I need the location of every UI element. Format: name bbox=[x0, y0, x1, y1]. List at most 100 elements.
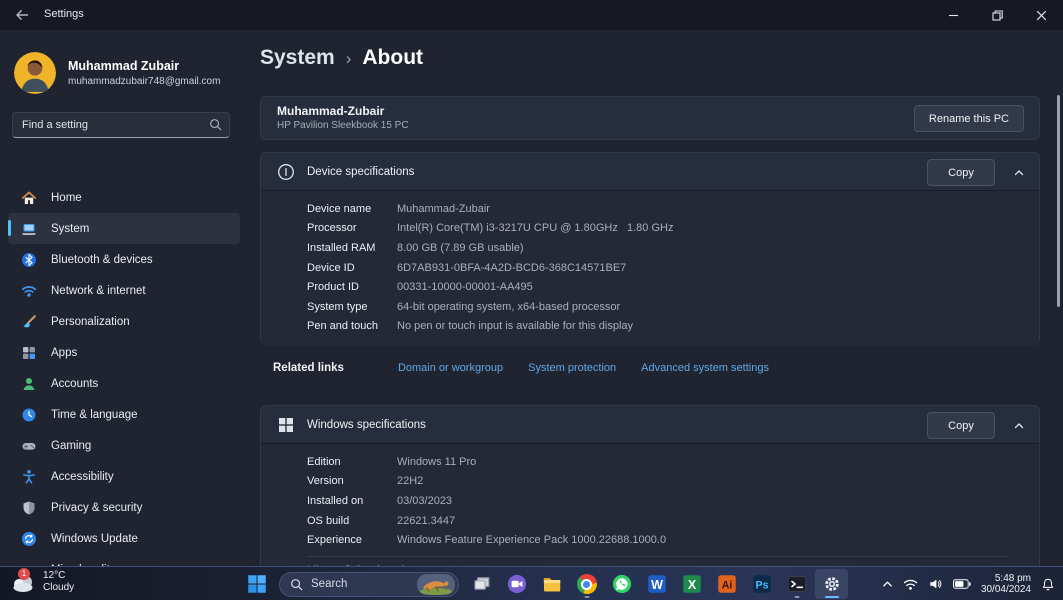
spec-row: Product ID00331-10000-00001-AA495 bbox=[307, 277, 1039, 297]
sidebar-item-personalization[interactable]: Personalization bbox=[8, 306, 240, 337]
taskbar-app-whatsapp[interactable] bbox=[605, 569, 638, 599]
gaming-icon bbox=[20, 437, 37, 454]
spec-label: Device ID bbox=[307, 262, 397, 274]
sidebar-item-network-internet[interactable]: Network & internet bbox=[8, 275, 240, 306]
window-controls bbox=[931, 0, 1063, 30]
sidebar-item-accessibility[interactable]: Accessibility bbox=[8, 461, 240, 492]
minimize-icon[interactable] bbox=[931, 0, 975, 30]
rename-pc-button[interactable]: Rename this PC bbox=[914, 105, 1024, 132]
breadcrumb-system[interactable]: System bbox=[260, 46, 335, 70]
word-icon: W bbox=[646, 574, 667, 595]
home-icon bbox=[20, 189, 37, 206]
windows-specifications-header[interactable]: Windows specifications Copy bbox=[261, 406, 1039, 444]
search-input[interactable] bbox=[12, 112, 230, 138]
spec-label: OS build bbox=[307, 515, 397, 527]
spec-row: Installed on03/03/2023 bbox=[307, 491, 1039, 511]
clock[interactable]: 5:48 pm 30/04/2024 bbox=[981, 573, 1031, 596]
svg-text:Ps: Ps bbox=[755, 579, 768, 591]
spec-value: 8.00 GB (7.89 GB usable) bbox=[397, 242, 524, 254]
sidebar-item-accounts[interactable]: Accounts bbox=[8, 368, 240, 399]
chevron-up-icon[interactable] bbox=[882, 579, 893, 590]
sidebar-item-home[interactable]: Home bbox=[8, 182, 240, 213]
taskbar-app-photoshop[interactable]: Ps bbox=[745, 569, 778, 599]
taskbar-app-desktop-app[interactable] bbox=[465, 569, 498, 599]
sidebar-item-gaming[interactable]: Gaming bbox=[8, 430, 240, 461]
file-explorer-icon bbox=[541, 574, 562, 595]
title-bar: Settings bbox=[0, 0, 1063, 30]
pinned-apps: WXAi Ps bbox=[465, 569, 848, 599]
taskbar-app-chrome[interactable] bbox=[570, 569, 603, 599]
battery-icon[interactable] bbox=[953, 579, 971, 589]
active-app-indicator bbox=[825, 596, 839, 599]
meet-icon bbox=[506, 574, 527, 595]
section-title: Device specifications bbox=[307, 166, 414, 178]
spec-value: 22H2 bbox=[397, 475, 423, 487]
sidebar-item-system[interactable]: System bbox=[8, 213, 240, 244]
close-icon[interactable] bbox=[1019, 0, 1063, 30]
related-link-system-protection[interactable]: System protection bbox=[528, 362, 616, 374]
sidebar-item-label: Bluetooth & devices bbox=[51, 254, 153, 266]
page-title: About bbox=[362, 46, 423, 70]
spec-value: Muhammad-Zubair bbox=[397, 203, 490, 215]
volume-icon[interactable] bbox=[928, 577, 943, 591]
spec-row: System type64-bit operating system, x64-… bbox=[307, 297, 1039, 317]
wifi-icon[interactable] bbox=[903, 578, 918, 591]
restore-icon[interactable] bbox=[975, 0, 1019, 30]
related-link-advanced-system-settings[interactable]: Advanced system settings bbox=[641, 362, 769, 374]
device-spec-rows: Device nameMuhammad-ZubairProcessorIntel… bbox=[261, 191, 1039, 346]
accessibility-icon bbox=[20, 468, 37, 485]
spec-label: Version bbox=[307, 475, 397, 487]
sidebar-item-apps[interactable]: Apps bbox=[8, 337, 240, 368]
desktop-app-icon bbox=[471, 574, 492, 595]
tray-time: 5:48 pm bbox=[981, 573, 1031, 585]
sidebar-item-label: Accounts bbox=[51, 378, 98, 390]
sidebar-item-label: Time & language bbox=[51, 409, 138, 421]
network-icon bbox=[20, 282, 37, 299]
chevron-up-icon[interactable] bbox=[1009, 416, 1029, 436]
apps-icon bbox=[20, 344, 37, 361]
taskbar-app-excel[interactable]: X bbox=[675, 569, 708, 599]
taskbar-app-file-explorer[interactable] bbox=[535, 569, 568, 599]
taskbar-app-word[interactable]: W bbox=[640, 569, 673, 599]
scrollbar[interactable] bbox=[1057, 95, 1060, 307]
tray-date: 30/04/2024 bbox=[981, 584, 1031, 596]
taskbar-search[interactable]: Search bbox=[279, 572, 459, 597]
taskbar-app-terminal[interactable] bbox=[780, 569, 813, 599]
copy-button[interactable]: Copy bbox=[927, 159, 995, 186]
sidebar-item-label: Accessibility bbox=[51, 471, 114, 483]
device-name: Muhammad-Zubair bbox=[277, 104, 1023, 118]
user-profile[interactable]: Muhammad Zubair muhammadzubair748@gmail.… bbox=[14, 52, 220, 94]
spec-label: System type bbox=[307, 301, 397, 313]
device-specifications-header[interactable]: Device specifications Copy bbox=[261, 153, 1039, 191]
spec-label: Edition bbox=[307, 456, 397, 468]
sidebar: Muhammad Zubair muhammadzubair748@gmail.… bbox=[0, 30, 248, 566]
copy-button[interactable]: Copy bbox=[927, 412, 995, 439]
sidebar-item-time-language[interactable]: Time & language bbox=[8, 399, 240, 430]
accounts-icon bbox=[20, 375, 37, 392]
bell-icon[interactable] bbox=[1041, 577, 1055, 592]
back-icon[interactable] bbox=[14, 7, 30, 23]
chevron-right-icon: › bbox=[346, 49, 352, 69]
spec-row: ExperienceWindows Feature Experience Pac… bbox=[307, 530, 1039, 550]
related-links: Related links Domain or workgroupSystem … bbox=[273, 362, 769, 374]
terminal-icon bbox=[786, 574, 807, 595]
breadcrumb: System › About bbox=[260, 46, 423, 70]
spec-value: No pen or touch input is available for t… bbox=[397, 320, 633, 332]
sidebar-item-windows-update[interactable]: Windows Update bbox=[8, 523, 240, 554]
spec-label: Product ID bbox=[307, 281, 397, 293]
spec-row: Version22H2 bbox=[307, 472, 1039, 492]
related-link-domain-or-workgroup[interactable]: Domain or workgroup bbox=[398, 362, 503, 374]
taskbar-app-settings[interactable] bbox=[815, 569, 848, 599]
chevron-up-icon[interactable] bbox=[1009, 163, 1029, 183]
sidebar-item-bluetooth-devices[interactable]: Bluetooth & devices bbox=[8, 244, 240, 275]
cloud-icon: 1 bbox=[10, 571, 36, 593]
sidebar-item-privacy-security[interactable]: Privacy & security bbox=[8, 492, 240, 523]
spec-value: 22621.3447 bbox=[397, 515, 455, 527]
taskbar-search-label: Search bbox=[311, 578, 347, 590]
spec-label: Installed on bbox=[307, 495, 397, 507]
spec-value: Intel(R) Core(TM) i3-3217U CPU @ 1.80GHz… bbox=[397, 222, 673, 234]
weather-widget[interactable]: 1 12°C Cloudy bbox=[10, 570, 74, 593]
taskbar-app-meet[interactable] bbox=[500, 569, 533, 599]
taskbar-app-illustrator[interactable]: Ai bbox=[710, 569, 743, 599]
start-button[interactable] bbox=[240, 569, 273, 599]
